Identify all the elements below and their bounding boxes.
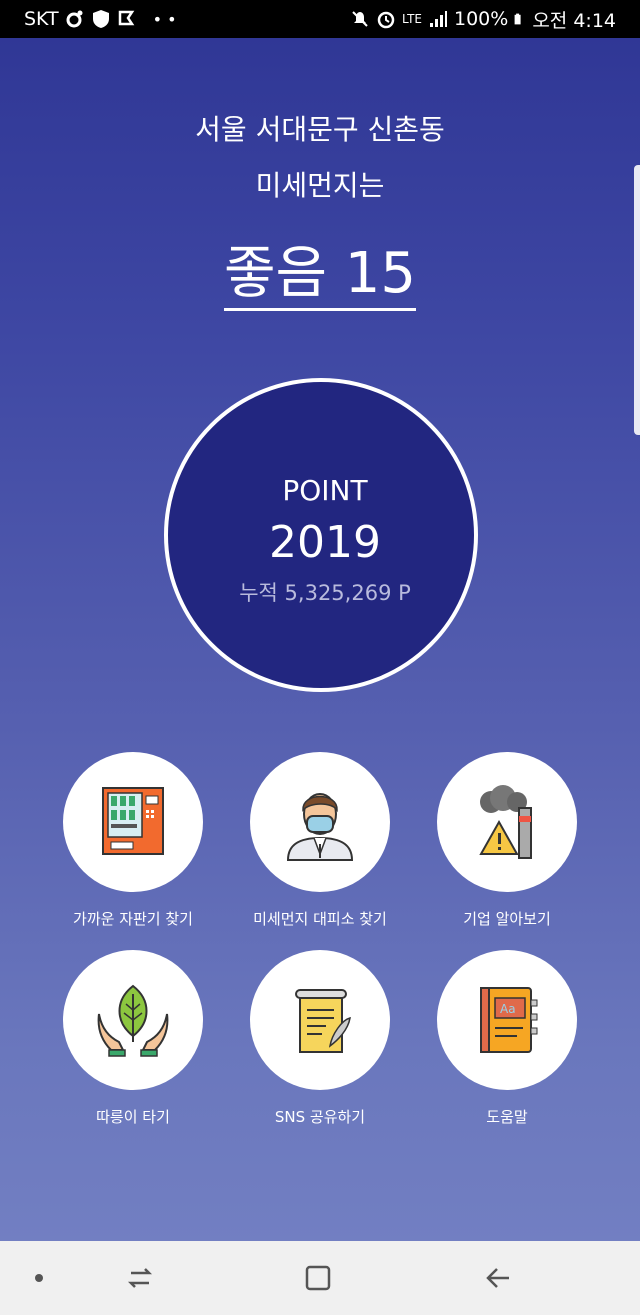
clock: 오전 4:14: [532, 9, 616, 32]
alarm-icon: [377, 11, 395, 29]
back-button[interactable]: [478, 1241, 518, 1315]
point-label: POINT: [282, 474, 368, 507]
app-screen: SKT • • LTE 100% 오전 4:14 서울 서대문구 신촌동 미세먼…: [0, 0, 640, 1315]
menu-icon-circle[interactable]: [63, 950, 203, 1090]
menu-help[interactable]: Aa 도움말: [417, 950, 597, 1127]
recent-apps-button[interactable]: [120, 1241, 160, 1315]
svg-text:Aa: Aa: [500, 1002, 516, 1016]
menu-icon-circle[interactable]: [250, 950, 390, 1090]
home-button[interactable]: [298, 1241, 338, 1315]
masked-person-icon: [286, 793, 354, 861]
navigation-bar: [0, 1241, 640, 1315]
point-circle: POINT 2019 누적 5,325,269 P: [164, 378, 478, 692]
menu-icon-circle[interactable]: [63, 752, 203, 892]
shield-icon: [92, 10, 109, 28]
menu-icon-circle[interactable]: Aa: [437, 950, 577, 1090]
menu-ddareungi[interactable]: 따릉이 타기: [43, 950, 223, 1127]
point-total: 누적 5,325,269 P: [239, 581, 411, 605]
home-icon: [305, 1265, 331, 1291]
battery-level: 100%: [454, 8, 509, 30]
help-book-icon: Aa: [480, 987, 538, 1053]
flag-notification-icon: [118, 10, 134, 26]
app-notification-icon: [66, 10, 83, 28]
dot-icon: [35, 1274, 43, 1282]
network-type-label: LTE: [402, 12, 422, 26]
nav-dot-button[interactable]: [24, 1241, 54, 1315]
dust-subtitle: 미세먼지는: [255, 169, 385, 202]
menu-label: 따릉이 타기: [96, 1108, 170, 1126]
menu-icon-circle[interactable]: [250, 752, 390, 892]
point-value: 2019: [269, 517, 381, 568]
dust-status-value: 좋음 15: [223, 241, 417, 311]
back-arrow-icon: [486, 1268, 509, 1288]
dust-status: 좋음 15: [0, 228, 640, 311]
carrier-label: SKT: [24, 8, 59, 30]
menu-vending-machine[interactable]: 가까운 자판기 찾기: [43, 752, 223, 929]
menu-company-info[interactable]: 기업 알아보기: [417, 752, 597, 929]
factory-warning-icon: [479, 785, 532, 859]
more-notifications-icon: • •: [152, 9, 177, 29]
battery-icon: [514, 13, 521, 25]
menu-label: 가까운 자판기 찾기: [73, 910, 193, 928]
mute-icon: [352, 11, 368, 27]
menu-label: 도움말: [486, 1108, 528, 1126]
vending-machine-icon: [102, 787, 164, 855]
menu-label: 미세먼지 대피소 찾기: [253, 910, 387, 928]
location-label: 서울 서대문구 신촌동: [195, 113, 445, 146]
menu-dust-shelter[interactable]: 미세먼지 대피소 찾기: [230, 752, 410, 929]
status-bar: SKT • • LTE 100% 오전 4:14: [0, 0, 640, 38]
menu-label: 기업 알아보기: [463, 910, 551, 928]
recent-apps-icon: [127, 1268, 153, 1288]
menu-sns-share[interactable]: SNS 공유하기: [230, 950, 410, 1127]
menu-label: SNS 공유하기: [274, 1108, 366, 1126]
scroll-quill-icon: [295, 989, 351, 1053]
signal-icon: [430, 11, 447, 27]
menu-icon-circle[interactable]: [437, 752, 577, 892]
leaf-hands-icon: [97, 984, 169, 1057]
